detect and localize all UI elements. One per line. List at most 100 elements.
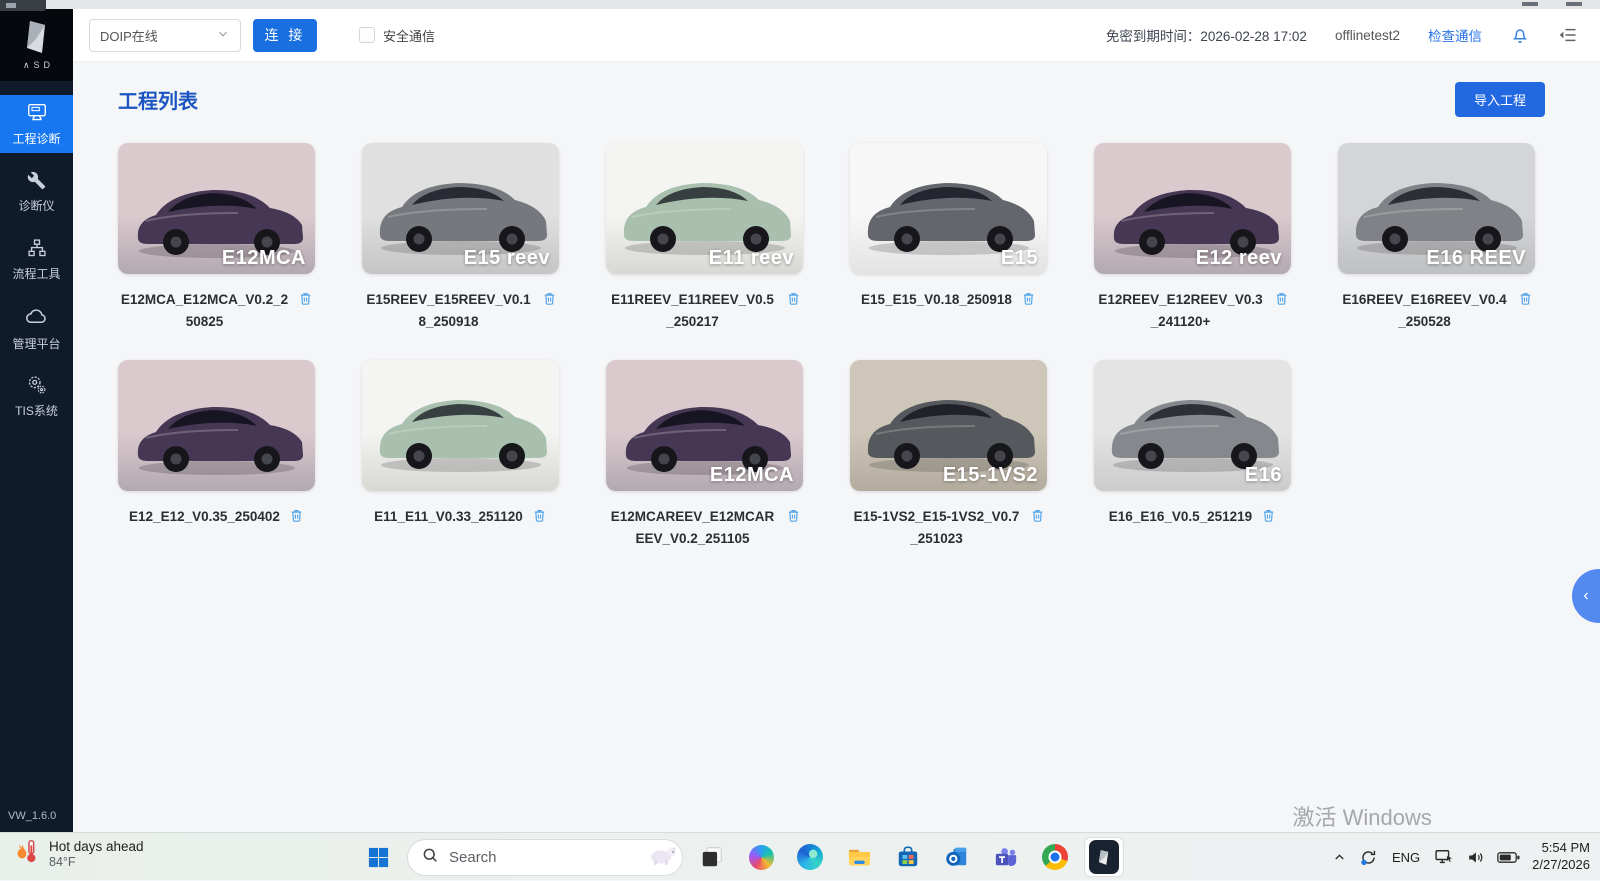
project-thumbnail[interactable]: E12 reev	[1094, 143, 1291, 274]
collapse-menu-icon[interactable]	[1558, 25, 1578, 45]
sidebar-item-管理平台[interactable]: 管理平台	[0, 299, 73, 357]
vehicle-model-badge: E11 reev	[709, 247, 794, 270]
vehicle-model-badge: E16	[1245, 464, 1282, 487]
vehicle-model-badge: E15-1VS2	[943, 464, 1038, 487]
sidebar-item-label: 流程工具	[12, 265, 60, 282]
delete-project-icon[interactable]	[532, 507, 547, 529]
project-card[interactable]: E15E15_E15_V0.18_250918	[850, 143, 1047, 332]
project-card[interactable]: E12MCA E12MCAREEV_E12MCAREEV_V0.2_251105	[606, 360, 803, 549]
delete-project-icon[interactable]	[1030, 507, 1045, 529]
start-button[interactable]	[358, 837, 398, 877]
project-card[interactable]: E12_E12_V0.35_250402	[118, 360, 315, 549]
vehicle-model-badge: E12 reev	[1196, 247, 1282, 270]
username-text[interactable]: offlinetest2	[1335, 28, 1400, 43]
project-card[interactable]: E12 reev E12REEV_E12REEV_V0.3_241120+	[1094, 143, 1291, 332]
project-grid: E12MCAE12MCA_E12MCA_V0.2_250825E15 reevE…	[118, 143, 1545, 549]
app-version: VW_1.6.0	[0, 804, 73, 832]
project-name: E12REEV_E12REEV_V0.3_241120+	[1097, 289, 1265, 332]
sidebar-item-label: 诊断仪	[18, 197, 54, 214]
check-comm-link[interactable]: 检查通信	[1428, 25, 1482, 45]
password-expiry-text: 免密到期时间：2026-02-28 17:02	[1106, 25, 1307, 45]
delete-project-icon[interactable]	[1274, 290, 1289, 312]
app-logo: ∧SD	[0, 9, 73, 81]
cloud-icon	[25, 305, 48, 331]
weather-icon	[12, 837, 40, 870]
language-indicator[interactable]: ENG	[1390, 850, 1422, 865]
project-thumbnail[interactable]: E15-1VS2	[850, 360, 1047, 491]
search-icon	[421, 846, 439, 869]
update-sync-icon[interactable]	[1359, 848, 1378, 867]
delete-project-icon[interactable]	[1518, 290, 1533, 312]
project-card[interactable]: E12MCAE12MCA_E12MCA_V0.2_250825	[118, 143, 315, 332]
import-project-button[interactable]: 导入工程	[1455, 82, 1545, 117]
speaker-icon[interactable]	[1466, 848, 1485, 867]
weather-widget[interactable]: Hot days ahead 84°F	[12, 837, 144, 870]
delete-project-icon[interactable]	[289, 507, 304, 529]
taskbar-chevron-up-icon[interactable]	[1332, 850, 1347, 865]
project-name: E15REEV_E15REEV_V0.18_250918	[365, 289, 533, 332]
project-card[interactable]: E16 REEVE16REEV_E16REEV_V0.4_250528	[1338, 143, 1535, 332]
secure-comm-checkbox[interactable]	[359, 27, 375, 43]
delete-project-icon[interactable]	[786, 507, 801, 529]
delete-project-icon[interactable]	[1261, 507, 1276, 529]
file-explorer-taskbar-icon[interactable]	[839, 837, 879, 877]
clock-widget[interactable]: 5:54 PM 2/27/2026	[1532, 840, 1590, 874]
project-name: E12MCAREEV_E12MCAREEV_V0.2_251105	[609, 506, 777, 549]
clock-time: 5:54 PM	[1532, 840, 1590, 857]
delete-project-icon[interactable]	[1021, 290, 1036, 312]
secure-comm-option: 安全通信	[359, 26, 435, 45]
display-cast-icon[interactable]	[1434, 847, 1454, 867]
task-view-taskbar-icon[interactable]	[692, 837, 732, 877]
delete-project-icon[interactable]	[542, 290, 557, 312]
project-thumbnail[interactable]: E16	[1094, 360, 1291, 491]
battery-icon[interactable]	[1497, 851, 1520, 864]
sidebar-item-诊断仪[interactable]: 诊断仪	[0, 163, 73, 221]
project-card[interactable]: E15-1VS2 E15-1VS2_E15-1VS2_V0.7_251023	[850, 360, 1047, 549]
delete-project-icon[interactable]	[786, 290, 801, 312]
vehicle-model-badge: E16 REEV	[1426, 247, 1526, 270]
store-taskbar-icon[interactable]	[888, 837, 928, 877]
connection-mode-value: DOIP在线	[100, 26, 158, 45]
asd-app-taskbar-icon[interactable]	[1084, 837, 1124, 877]
search-placeholder: Search	[449, 849, 636, 866]
project-thumbnail[interactable]: E12MCA	[606, 360, 803, 491]
gears-icon	[26, 374, 47, 398]
notification-bell-icon[interactable]	[1510, 25, 1530, 45]
sidebar-item-TIS系统[interactable]: TIS系统	[0, 367, 73, 425]
project-thumbnail[interactable]: E12MCA	[118, 143, 315, 274]
project-thumbnail[interactable]: E16 REEV	[1338, 143, 1535, 274]
sidebar-item-工程诊断[interactable]: 工程诊断	[0, 95, 73, 153]
taskbar-search-input[interactable]: Search	[407, 839, 683, 876]
project-card[interactable]: E11 reev E11REEV_E11REEV_V0.5_250217	[606, 143, 803, 332]
project-thumbnail[interactable]: E15	[850, 143, 1047, 274]
app-window: ∧SD 工程诊断诊断仪流程工具管理平台 TIS系统 VW_1.6.0 DOIP在线…	[0, 9, 1600, 832]
project-name: E15-1VS2_E15-1VS2_V0.7_251023	[853, 506, 1021, 549]
project-thumbnail[interactable]	[362, 360, 559, 491]
sidebar-item-流程工具[interactable]: 流程工具	[0, 231, 73, 289]
weather-headline: Hot days ahead	[49, 839, 144, 854]
sidebar-items: 工程诊断诊断仪流程工具管理平台 TIS系统	[0, 95, 73, 435]
chrome-taskbar-icon[interactable]	[1035, 837, 1075, 877]
wrench-icon	[27, 171, 46, 193]
titlebar-minimize-mark[interactable]	[1522, 2, 1538, 6]
edge-taskbar-icon[interactable]	[790, 837, 830, 877]
project-thumbnail[interactable]: E11 reev	[606, 143, 803, 274]
project-card[interactable]: E11_E11_V0.33_251120	[362, 360, 559, 549]
monitor-icon	[26, 101, 48, 126]
project-card[interactable]: E16 E16_E16_V0.5_251219	[1094, 360, 1291, 549]
connection-mode-select[interactable]: DOIP在线	[89, 19, 241, 52]
sidebar-item-label: 管理平台	[12, 335, 60, 352]
titlebar-maximize-mark[interactable]	[1566, 2, 1582, 6]
copilot-taskbar-icon[interactable]	[741, 837, 781, 877]
project-thumbnail[interactable]	[118, 360, 315, 491]
project-name: E11REEV_E11REEV_V0.5_250217	[609, 289, 777, 332]
project-card[interactable]: E15 reev E15REEV_E15REEV_V0.18_250918	[362, 143, 559, 332]
main-area: DOIP在线 连 接 安全通信 免密到期时间：2026-02-28 17:02 …	[73, 9, 1600, 832]
sidebar-item-label: TIS系统	[15, 402, 58, 419]
project-thumbnail[interactable]: E15 reev	[362, 143, 559, 274]
connect-button[interactable]: 连 接	[253, 19, 317, 52]
outlook-taskbar-icon[interactable]	[937, 837, 977, 877]
delete-project-icon[interactable]	[298, 290, 313, 312]
project-name: E16_E16_V0.5_251219	[1109, 506, 1252, 528]
teams-taskbar-icon[interactable]	[986, 837, 1026, 877]
